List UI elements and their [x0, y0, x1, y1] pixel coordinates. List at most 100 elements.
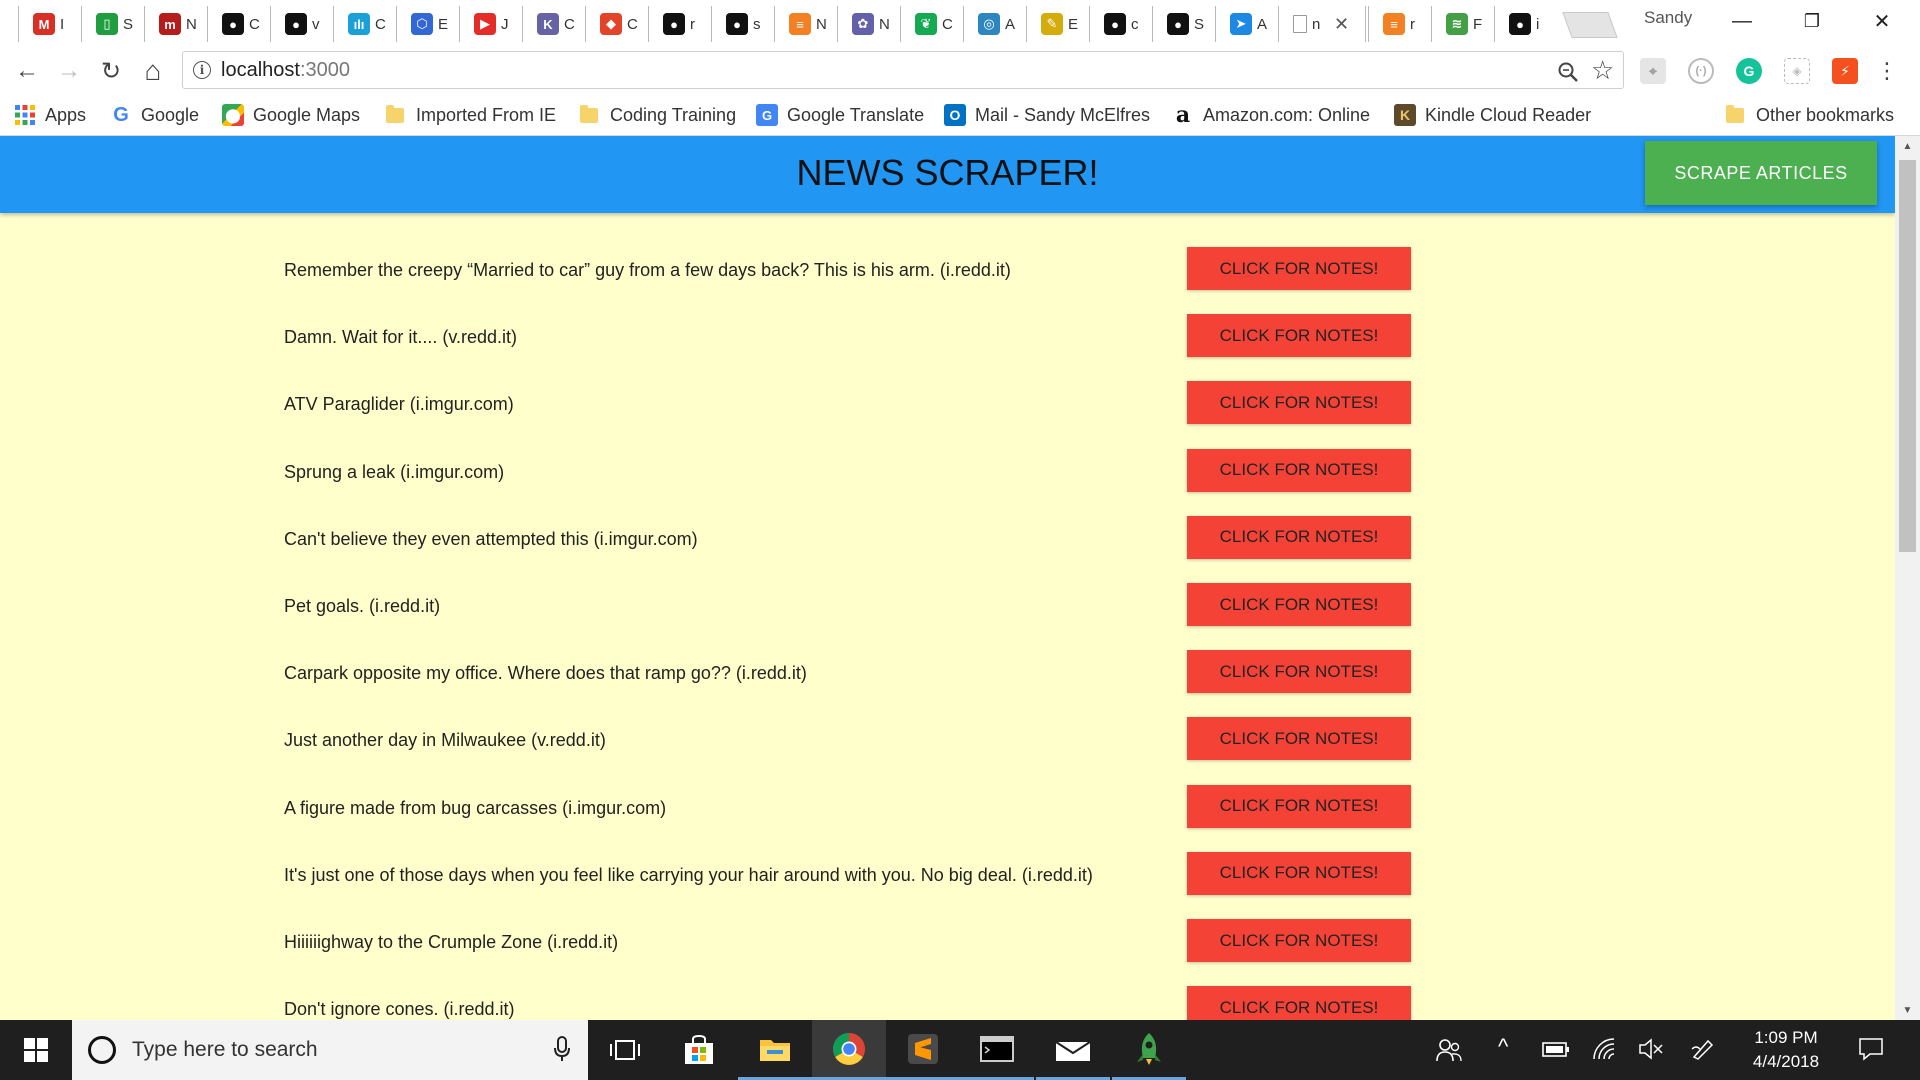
browser-tab[interactable]: ● r [648, 6, 709, 42]
scroll-down-arrow-icon[interactable]: ▼ [1895, 1000, 1920, 1020]
browser-tab[interactable]: ❦ C [900, 6, 961, 42]
battery-icon[interactable] [1542, 1037, 1570, 1067]
bookmark-kindle[interactable]: K Kindle Cloud Reader [1394, 102, 1591, 128]
taskbar-store[interactable] [662, 1020, 736, 1080]
show-hidden-icons-chevron-icon[interactable]: ^ [1498, 1034, 1508, 1060]
scrollbar-thumb[interactable] [1899, 160, 1916, 552]
restore-button[interactable]: ❐ [1784, 0, 1840, 42]
close-tab-icon[interactable]: ✕ [1334, 14, 1349, 35]
taskbar-file-explorer[interactable] [738, 1020, 812, 1080]
cortana-icon[interactable] [88, 1036, 116, 1064]
scrape-articles-button[interactable]: SCRAPE ARTICLES [1645, 141, 1877, 205]
article-title[interactable]: Just another day in Milwaukee (v.redd.it… [284, 730, 606, 751]
page-scrollbar[interactable]: ▲ ▼ [1895, 136, 1920, 1020]
browser-tab[interactable]: ● i [1494, 6, 1555, 42]
browser-tab[interactable]: ● c [1089, 6, 1150, 42]
article-title[interactable]: Sprung a leak (i.imgur.com) [284, 462, 504, 483]
article-title[interactable]: Damn. Wait for it.... (v.redd.it) [284, 327, 517, 348]
url-text[interactable]: localhost:3000 [221, 59, 350, 82]
taskbar-mail[interactable] [1036, 1020, 1110, 1080]
browser-tab[interactable]: ▶ J [459, 6, 520, 42]
pen-ink-workspace-icon[interactable] [1690, 1037, 1716, 1067]
click-for-notes-button[interactable]: CLICK FOR NOTES! [1187, 717, 1411, 761]
site-info-icon[interactable]: i [193, 61, 211, 79]
click-for-notes-button[interactable]: CLICK FOR NOTES! [1187, 314, 1411, 358]
grammarly-icon[interactable]: G [1736, 58, 1762, 84]
click-for-notes-button[interactable]: CLICK FOR NOTES! [1187, 448, 1411, 492]
profile-name[interactable]: Sandy [1644, 8, 1692, 28]
browser-tab-active[interactable]: n ✕ [1278, 6, 1366, 42]
click-for-notes-button[interactable]: CLICK FOR NOTES! [1187, 919, 1411, 962]
reload-button[interactable]: ↻ [96, 56, 126, 86]
browser-tab[interactable]: ◎ A [963, 6, 1024, 42]
click-for-notes-button[interactable]: CLICK FOR NOTES! [1187, 986, 1411, 1020]
browser-tab[interactable]: ≡ r [1368, 6, 1429, 42]
browser-tab[interactable]: ≡ N [774, 6, 835, 42]
bookmark-other-bookmarks[interactable]: Other bookmarks [1726, 102, 1894, 128]
zoom-icon[interactable] [1557, 61, 1579, 83]
extension-orange-icon[interactable]: ⚡ [1832, 58, 1858, 84]
browser-tab[interactable]: mN [144, 6, 205, 42]
bookmark-amazon[interactable]: a Amazon.com: Online [1172, 102, 1370, 128]
article-title[interactable]: Pet goals. (i.redd.it) [284, 596, 440, 617]
bookmark-google[interactable]: G Google [110, 102, 199, 128]
article-title[interactable]: Can't believe they even attempted this (… [284, 529, 698, 550]
bookmark-google-maps[interactable]: ⬤ Google Maps [222, 102, 360, 128]
browser-tab[interactable]: ◆ C [585, 6, 646, 42]
people-icon[interactable] [1436, 1037, 1462, 1069]
bookmark-google-translate[interactable]: G Google Translate [756, 102, 924, 128]
article-title[interactable]: It's just one of those days when you fee… [284, 865, 1093, 886]
bookmark-coding-training[interactable]: Coding Training [580, 102, 736, 128]
browser-tab[interactable]: ✎ E [1026, 6, 1087, 42]
browser-tab[interactable]: ● v [270, 6, 331, 42]
minimize-button[interactable]: — [1714, 0, 1770, 42]
taskbar-clock[interactable]: 1:09 PM 4/4/2018 [1726, 1026, 1846, 1074]
bookmark-imported-from-ie[interactable]: Imported From IE [386, 102, 556, 128]
extension-puzzle-icon[interactable]: ◈ [1784, 58, 1810, 84]
click-for-notes-button[interactable]: CLICK FOR NOTES! [1187, 247, 1411, 290]
article-title[interactable]: ATV Paraglider (i.imgur.com) [284, 394, 514, 415]
click-for-notes-button[interactable]: CLICK FOR NOTES! [1187, 583, 1411, 626]
forward-button[interactable]: → [54, 56, 84, 86]
click-for-notes-button[interactable]: CLICK FOR NOTES! [1187, 851, 1411, 895]
browser-tab[interactable]: ● C [207, 6, 268, 42]
article-title[interactable]: Don't ignore cones. (i.redd.it) [284, 999, 515, 1020]
microphone-icon[interactable] [554, 1036, 570, 1062]
bookmark-mail[interactable]: O Mail - Sandy McElfres [944, 102, 1152, 128]
browser-tab[interactable]: MI [18, 6, 79, 42]
article-title[interactable]: Carpark opposite my office. Where does t… [284, 663, 807, 684]
click-for-notes-button[interactable]: CLICK FOR NOTES! [1187, 381, 1411, 425]
close-window-button[interactable]: ✕ [1854, 0, 1910, 42]
browser-tab[interactable]: ≋ F [1431, 6, 1492, 42]
taskbar-sublime-text[interactable] [886, 1020, 960, 1080]
task-view-button[interactable] [588, 1020, 662, 1080]
volume-muted-icon[interactable] [1638, 1037, 1664, 1067]
browser-tab[interactable]: ● S [1152, 6, 1213, 42]
taskbar-chrome[interactable] [812, 1020, 886, 1080]
browser-tab[interactable]: KC [522, 6, 583, 42]
bookmark-apps[interactable]: Apps [14, 102, 86, 128]
chrome-menu-icon[interactable]: ⋮ [1874, 58, 1900, 84]
home-button[interactable]: ⌂ [138, 55, 168, 86]
extension-gray-icon[interactable]: ⌖ [1640, 58, 1666, 84]
browser-tab[interactable]: ⬡ E [396, 6, 457, 42]
scroll-up-arrow-icon[interactable]: ▲ [1895, 136, 1920, 156]
new-tab-button[interactable] [1562, 12, 1618, 38]
taskbar-robo3t[interactable] [1112, 1020, 1186, 1080]
browser-tab[interactable]: ılı C [333, 6, 394, 42]
browser-tab[interactable]: ✿ N [837, 6, 898, 42]
browser-tab[interactable]: ● s [711, 6, 772, 42]
article-title[interactable]: Hiiiiiighway to the Crumple Zone (i.redd… [284, 932, 618, 953]
start-button[interactable] [0, 1020, 72, 1080]
click-for-notes-button[interactable]: CLICK FOR NOTES! [1187, 784, 1411, 828]
action-center-icon[interactable] [1858, 1037, 1884, 1067]
article-title[interactable]: A figure made from bug carcasses (i.imgu… [284, 798, 666, 819]
taskbar-command-prompt[interactable] [960, 1020, 1034, 1080]
extension-circle-icon[interactable]: (·) [1688, 58, 1714, 84]
browser-tab[interactable]: ➤ A [1215, 6, 1276, 42]
browser-tab[interactable]: ▯ S [81, 6, 142, 42]
click-for-notes-button[interactable]: CLICK FOR NOTES! [1187, 515, 1411, 559]
article-title[interactable]: Remember the creepy “Married to car” guy… [284, 260, 1011, 281]
wifi-icon[interactable] [1592, 1037, 1618, 1067]
click-for-notes-button[interactable]: CLICK FOR NOTES! [1187, 650, 1411, 694]
